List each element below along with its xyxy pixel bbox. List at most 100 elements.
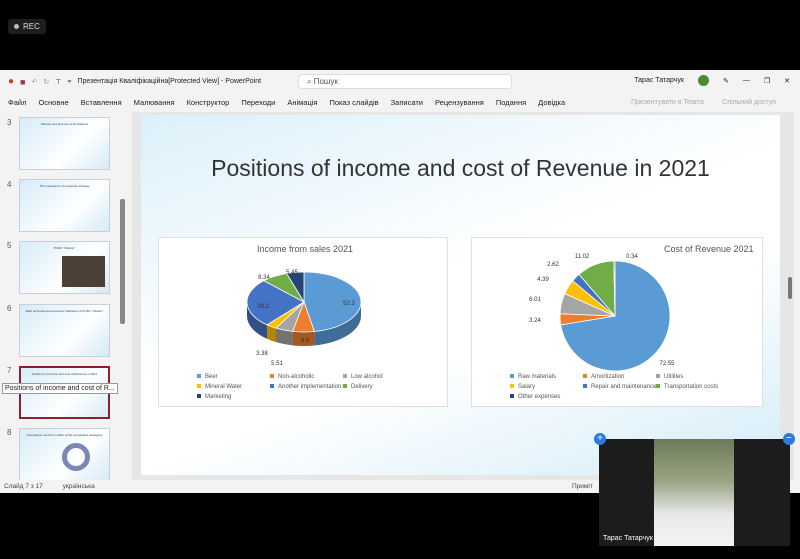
thumb-number: 6 (7, 304, 12, 313)
data-label: 4.39 (537, 277, 549, 283)
slide-thumbnails-panel: 3 Mission and purpose of innovations 4 T… (0, 112, 130, 480)
data-label: 3.38 (256, 351, 268, 357)
legend-swatch (197, 374, 201, 378)
expand-icon[interactable]: + (594, 433, 606, 445)
tab-draw[interactable]: Малювання (134, 98, 175, 107)
undo-icon[interactable]: ↶ (31, 78, 37, 86)
notes-button[interactable]: Приміт (572, 483, 593, 490)
thumb-number: 8 (7, 428, 12, 437)
thumb-title: Comparison and the conflict of the compe… (26, 433, 103, 437)
redo-icon[interactable]: ↻ (43, 78, 49, 86)
thumb-number: 4 (7, 180, 12, 189)
tab-slideshow[interactable]: Показ слайдів (329, 98, 378, 107)
data-label: 11.02 (575, 254, 590, 260)
slide-thumbnail[interactable]: PrJSC "Obolon" (19, 241, 110, 294)
legend-item: Another implementation (270, 384, 341, 390)
tab-transitions[interactable]: Переходи (241, 98, 275, 107)
data-label: 29.2 (257, 304, 269, 310)
powerpoint-window: ● ■ ↶ ↻ ⊤ ⩦ Презентація Кваліфікаційна[P… (0, 70, 800, 493)
thumb-number: 5 (7, 241, 12, 250)
thumb-donut (62, 443, 90, 471)
language[interactable]: українська (63, 483, 95, 490)
legend-label: Non-alcoholic (278, 374, 315, 380)
legend-swatch (510, 374, 514, 378)
legend-label: Amortization (591, 374, 625, 380)
slide-canvas: Positions of income and cost of Revenue … (141, 115, 780, 475)
thumb-title: PrJSC "Obolon" (53, 246, 76, 250)
rec-label: REC (23, 22, 40, 31)
collapse-icon[interactable]: − (783, 433, 795, 445)
slide-thumbnail[interactable]: Main technical and economic indicators o… (19, 304, 110, 357)
present-in-teams-button[interactable]: Презентувати в Teams (631, 99, 704, 106)
legend-label: Other expenses (518, 394, 561, 400)
legend-label: Delivery (351, 384, 373, 390)
slide-thumbnail[interactable]: The importance of enterprise strategy (19, 179, 110, 232)
legend-label: Another implementation (278, 384, 342, 390)
legend-item: Repair and maintenance (583, 384, 656, 390)
thumb-title: Main technical and economic indicators o… (25, 309, 104, 313)
tab-help[interactable]: Довідка (538, 98, 565, 107)
minimize-icon[interactable]: — (743, 77, 750, 84)
search-input[interactable]: ⌕ Пошук (298, 74, 512, 89)
title-bar: ● ■ ↶ ↻ ⊤ ⩦ Презентація Кваліфікаційна[P… (0, 70, 800, 93)
participant-name: Тарас Татарчук (603, 535, 653, 542)
legend-swatch (270, 384, 274, 388)
data-label: 8.34 (258, 275, 270, 281)
cost-chart[interactable]: Cost of Revenue 2021 72.55 3.24 6.01 4.39 2.… (471, 237, 763, 407)
ribbon-tabs: Файл Основне Вставлення Малювання Констр… (0, 93, 800, 111)
legend-item: Beer (197, 374, 218, 380)
legend-item: Utilities (656, 374, 683, 380)
legend-swatch (510, 384, 514, 388)
search-icon: ⌕ (307, 77, 314, 86)
tab-view[interactable]: Подання (496, 98, 526, 107)
window-title: Презентація Кваліфікаційна[Protected Vie… (77, 78, 262, 85)
thumbnail-tooltip: Positions of income and cost of R... (2, 383, 118, 394)
present-icon[interactable]: ⊤ (55, 78, 61, 86)
thumbnails-scrollbar[interactable] (120, 199, 125, 324)
restore-icon[interactable]: ❐ (764, 77, 770, 85)
legend-item: Amortization (583, 374, 624, 380)
thumb-number: 7 (7, 366, 12, 375)
legend-item: Non-alcoholic (270, 374, 314, 380)
legend-item: Transportation costs (656, 384, 718, 390)
tab-review[interactable]: Рецензування (435, 98, 484, 107)
data-label: 3.24 (529, 318, 541, 324)
user-name[interactable]: Тарас Татарчук (634, 77, 684, 84)
avatar[interactable] (697, 75, 709, 86)
legend-label: Utilities (664, 374, 684, 380)
legend-item: Delivery (343, 384, 373, 390)
legend-swatch (343, 384, 347, 388)
recording-indicator: REC (8, 19, 46, 34)
share-button[interactable]: Спільний доступ (722, 99, 776, 106)
record-dot-icon (14, 24, 19, 29)
legend-swatch (197, 394, 201, 398)
legend-label: Salary (518, 384, 536, 390)
save-icon[interactable]: ■ (20, 77, 25, 87)
pen-icon[interactable]: ✎ (723, 77, 729, 85)
customize-icon[interactable]: ⩦ (67, 78, 71, 86)
tab-design[interactable]: Конструктор (187, 98, 230, 107)
data-label: 52.2 (343, 301, 355, 307)
data-label: 0.34 (626, 254, 638, 260)
data-label: 6.8 (301, 338, 310, 344)
close-icon[interactable]: ✕ (784, 77, 790, 85)
slide-scrollbar[interactable] (788, 277, 792, 299)
tab-file[interactable]: Файл (8, 98, 26, 107)
legend-swatch (510, 394, 514, 398)
slide-thumbnail[interactable]: Comparison and the conflict of the compe… (19, 428, 110, 480)
tab-record[interactable]: Записати (391, 98, 423, 107)
thumb-number: 3 (7, 118, 12, 127)
tab-animations[interactable]: Анімація (287, 98, 317, 107)
video-overlay: Тарас Татарчук (599, 439, 790, 546)
legend-label: Transportation costs (664, 384, 719, 390)
tab-home[interactable]: Основне (38, 98, 68, 107)
thumb-photo (62, 256, 105, 287)
tab-insert[interactable]: Вставлення (81, 98, 122, 107)
thumb-title: Mission and purpose of innovations (40, 122, 89, 126)
slide-thumbnail[interactable]: Mission and purpose of innovations (19, 117, 110, 170)
legend-label: Repair and maintenance (591, 384, 657, 390)
legend-swatch (656, 384, 660, 388)
legend-swatch (270, 374, 274, 378)
powerpoint-logo-icon: ● (8, 76, 15, 87)
income-chart[interactable]: Income from sales 2021 52.2 6.8 5.51 3.38 29… (158, 237, 448, 407)
